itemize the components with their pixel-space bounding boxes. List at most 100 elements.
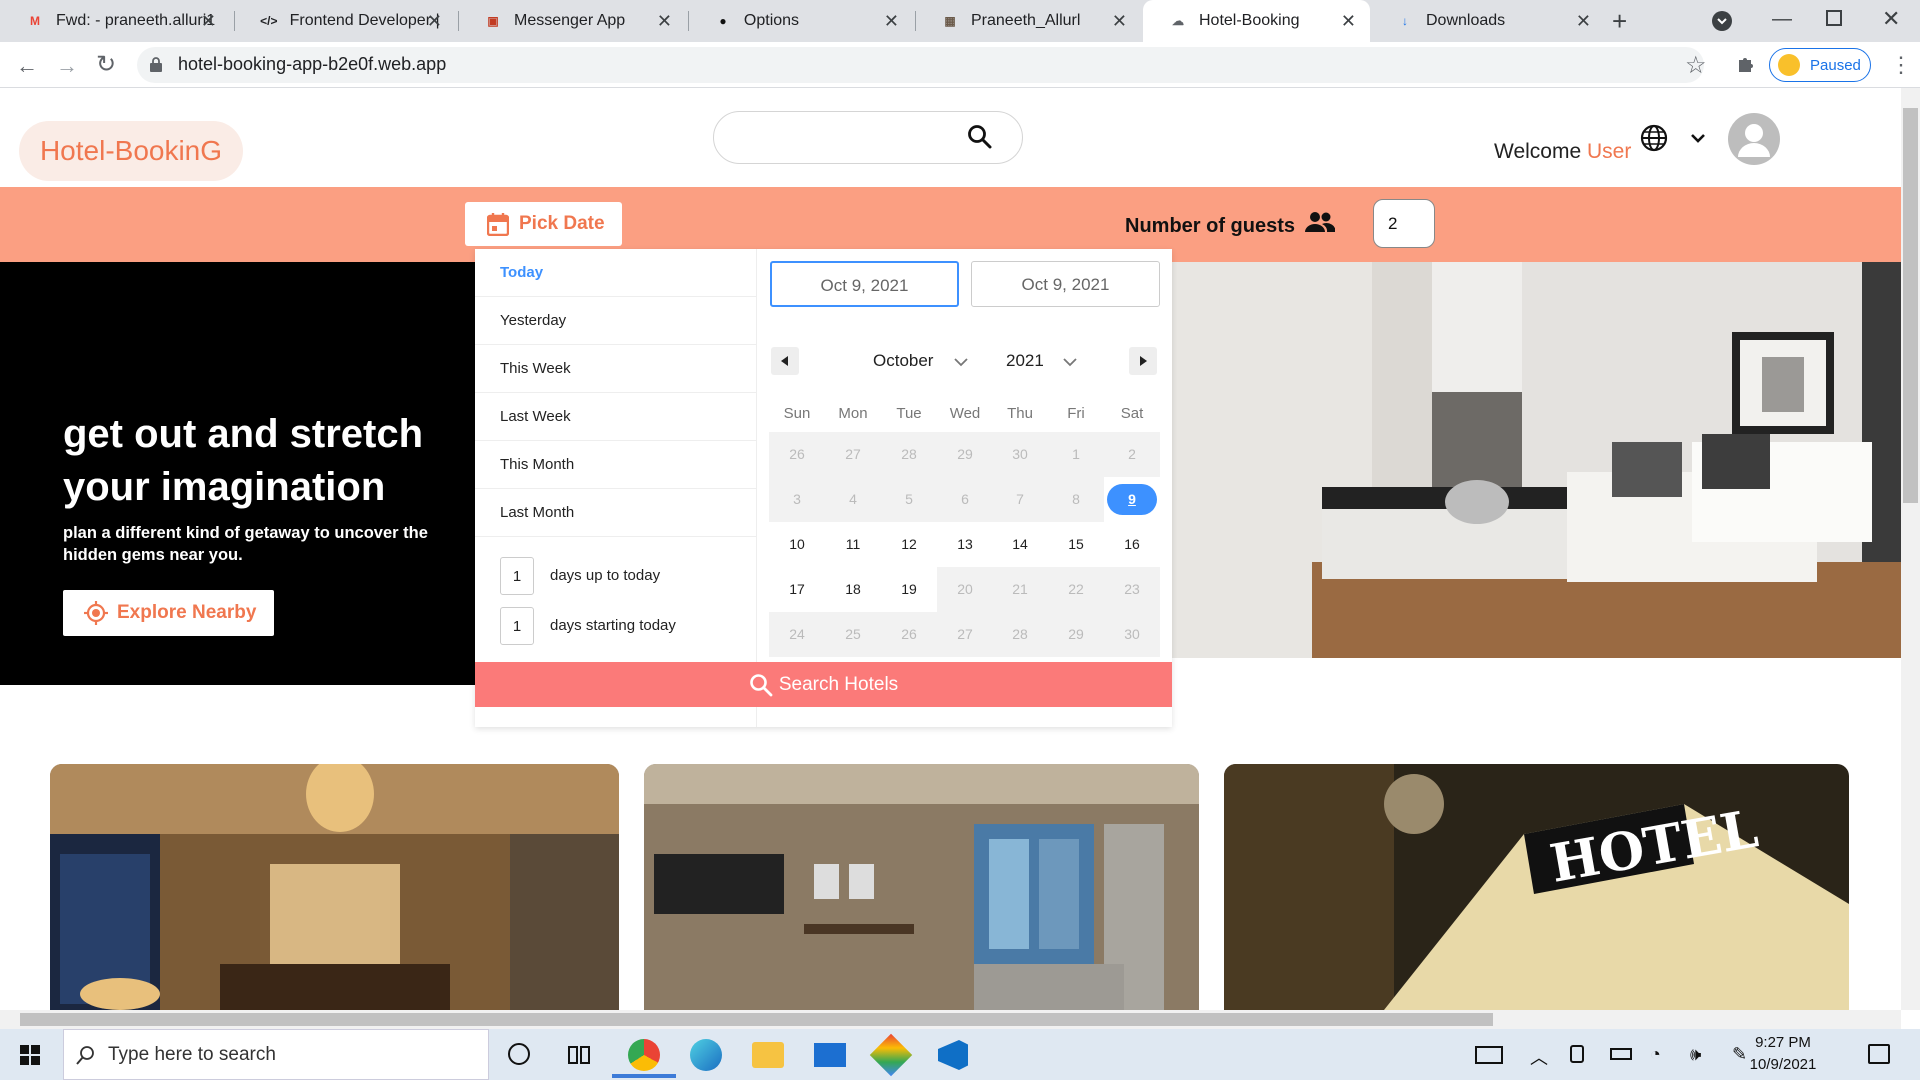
calendar-day[interactable]: 29: [1048, 612, 1104, 657]
browser-tab[interactable]: ▦ Praneeth_Allurl ✕: [915, 0, 1141, 42]
browser-tab[interactable]: ☁ Hotel-Booking ✕: [1143, 0, 1370, 42]
clock-time[interactable]: 9:27 PM: [1738, 1034, 1828, 1051]
hotel-card-suite[interactable]: [50, 764, 619, 1010]
chevron-up-icon[interactable]: ︿: [1530, 1044, 1548, 1070]
calendar-day[interactable]: 5: [881, 477, 937, 522]
date-preset-item[interactable]: Yesterday: [475, 297, 756, 345]
edge-taskbar-icon[interactable]: [690, 1039, 722, 1071]
close-tab-icon[interactable]: ✕: [1112, 11, 1127, 31]
browser-tab[interactable]: ▣ Messenger App ✕: [458, 0, 686, 42]
url-text[interactable]: hotel-booking-app-b2e0f.web.app: [178, 54, 446, 75]
reload-icon[interactable]: ↻: [96, 50, 116, 79]
minimize-icon[interactable]: —: [1772, 8, 1792, 31]
calendar-day[interactable]: 24: [769, 612, 825, 657]
prev-month-button[interactable]: [771, 347, 799, 375]
calendar-day[interactable]: 28: [992, 612, 1048, 657]
device-icon[interactable]: [1570, 1045, 1584, 1063]
back-icon[interactable]: ←: [16, 53, 38, 79]
calendar-day[interactable]: 7: [992, 477, 1048, 522]
date-preset-item[interactable]: This Week: [475, 345, 756, 393]
language-globe-icon[interactable]: [1640, 124, 1668, 152]
clock-date[interactable]: 10/9/2021: [1738, 1056, 1828, 1073]
calendar-day[interactable]: 15: [1048, 522, 1104, 567]
cortana-icon[interactable]: [508, 1043, 530, 1065]
wifi-icon[interactable]: ◔: [1650, 1044, 1661, 1065]
calendar-day[interactable]: 11: [825, 522, 881, 567]
task-view-icon[interactable]: [568, 1044, 592, 1066]
calendar-day[interactable]: 18: [825, 567, 881, 612]
calendar-day[interactable]: 12: [881, 522, 937, 567]
calendar-day[interactable]: 29: [937, 432, 993, 477]
calendar-day[interactable]: 23: [1104, 567, 1160, 612]
calendar-day[interactable]: 20: [937, 567, 993, 612]
calendar-day[interactable]: 10: [769, 522, 825, 567]
calendar-day[interactable]: 26: [881, 612, 937, 657]
next-month-button[interactable]: [1129, 347, 1157, 375]
hotel-card-room[interactable]: [644, 764, 1199, 1010]
close-tab-icon[interactable]: ✕: [884, 11, 899, 31]
pick-date-button[interactable]: Pick Date: [465, 202, 622, 246]
bookmark-star-icon[interactable]: ☆: [1685, 51, 1707, 80]
menu-kebab-icon[interactable]: ⋮: [1890, 52, 1912, 78]
new-tab-button[interactable]: +: [1612, 8, 1627, 34]
browser-tab[interactable]: ↓ Downloads ✕: [1370, 0, 1605, 42]
app-logo[interactable]: Hotel-BookinG: [19, 121, 243, 181]
extensions-icon[interactable]: [1736, 54, 1756, 74]
tab-search-icon[interactable]: [1712, 11, 1732, 31]
end-date-input[interactable]: Oct 9, 2021: [971, 261, 1160, 307]
days-up-to-today-input[interactable]: 1: [500, 557, 534, 595]
news-widget-icon[interactable]: [1475, 1046, 1503, 1064]
calendar-day[interactable]: 16: [1104, 522, 1160, 567]
browser-tab[interactable]: ● Options ✕: [688, 0, 913, 42]
calendar-day[interactable]: 19: [881, 567, 937, 612]
calendar-day[interactable]: 30: [1104, 612, 1160, 657]
calendar-day[interactable]: 6: [937, 477, 993, 522]
chrome-taskbar-icon[interactable]: [628, 1039, 660, 1071]
year-select[interactable]: 2021: [1006, 351, 1077, 371]
calendar-day[interactable]: 3: [769, 477, 825, 522]
calendar-day[interactable]: 2: [1104, 432, 1160, 477]
search-hotels-button[interactable]: Search Hotels: [475, 662, 1172, 707]
calendar-day[interactable]: 26: [769, 432, 825, 477]
profile-paused-button[interactable]: Paused: [1769, 48, 1871, 82]
chevron-down-icon[interactable]: [1688, 128, 1708, 148]
calendar-day[interactable]: 4: [825, 477, 881, 522]
forward-icon[interactable]: →: [56, 53, 78, 79]
calendar-day[interactable]: 25: [825, 612, 881, 657]
mail-icon[interactable]: [814, 1043, 846, 1067]
vertical-scroll-thumb[interactable]: [1903, 108, 1918, 503]
calendar-day[interactable]: 22: [1048, 567, 1104, 612]
browser-tab[interactable]: </> Frontend Developer | ✕: [234, 0, 456, 42]
date-preset-item[interactable]: Last Week: [475, 393, 756, 441]
file-explorer-icon[interactable]: [752, 1042, 784, 1068]
calendar-day[interactable]: 28: [881, 432, 937, 477]
horizontal-scroll-thumb[interactable]: [20, 1013, 1493, 1026]
calendar-day[interactable]: 21: [992, 567, 1048, 612]
date-preset-item[interactable]: This Month: [475, 441, 756, 489]
taskbar-search[interactable]: Type here to search: [63, 1029, 489, 1080]
calendar-day[interactable]: 13: [937, 522, 993, 567]
calendar-day[interactable]: 27: [937, 612, 993, 657]
calendar-day[interactable]: 27: [825, 432, 881, 477]
close-window-icon[interactable]: ✕: [1882, 6, 1900, 32]
calendar-day[interactable]: 30: [992, 432, 1048, 477]
calendar-day[interactable]: 17: [769, 567, 825, 612]
battery-icon[interactable]: [1610, 1048, 1632, 1060]
volume-icon[interactable]: 🕪: [1690, 1044, 1701, 1065]
close-tab-icon[interactable]: ✕: [427, 11, 442, 31]
month-select[interactable]: October: [873, 351, 968, 371]
start-date-input[interactable]: Oct 9, 2021: [770, 261, 959, 307]
close-tab-icon[interactable]: ✕: [1576, 11, 1591, 31]
hotel-card-sign[interactable]: HOTEL: [1224, 764, 1849, 1010]
calendar-day[interactable]: 1: [1048, 432, 1104, 477]
days-starting-today-input[interactable]: 1: [500, 607, 534, 645]
calendar-day-selected[interactable]: 9: [1104, 477, 1160, 522]
browser-tab[interactable]: M Fwd: - praneeth.alluri1 ✕: [0, 0, 230, 42]
explore-nearby-button[interactable]: Explore Nearby: [63, 590, 274, 636]
date-preset-item[interactable]: Today: [475, 249, 756, 297]
date-preset-item[interactable]: Last Month: [475, 489, 756, 537]
calendar-day[interactable]: 8: [1048, 477, 1104, 522]
avatar[interactable]: [1728, 113, 1780, 165]
lock-icon[interactable]: [150, 57, 162, 72]
guests-input[interactable]: 2: [1373, 199, 1435, 248]
